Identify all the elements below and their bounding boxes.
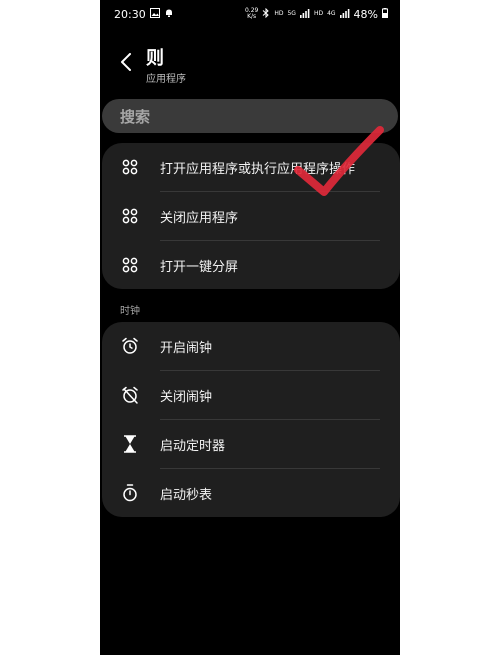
network-speed-unit: K/s [247, 13, 257, 20]
stopwatch-icon [120, 483, 140, 503]
page-subtitle: 应用程序 [146, 74, 186, 85]
list-item-label: 启动秒表 [160, 488, 213, 503]
list-item-label: 打开一键分屏 [160, 260, 239, 275]
apps-grid-icon [120, 255, 140, 275]
apps-card: 打开应用程序或执行应用程序操作 关闭应用程序 打开一键分屏 [102, 143, 400, 289]
apps-grid-icon [120, 157, 140, 177]
phone-screen: 20:30 0.29 K/s HD 5G HD 4G 48% 则 应用程序 搜索… [100, 0, 400, 655]
list-item-label: 打开应用程序或执行应用程序操作 [160, 162, 356, 177]
network-speed: 0.29 K/s [245, 8, 258, 20]
list-item-open-app[interactable]: 打开应用程序或执行应用程序操作 [102, 143, 400, 192]
list-item-label: 关闭应用程序 [160, 211, 239, 226]
list-item-label: 启动定时器 [160, 439, 226, 454]
chevron-left-icon [121, 53, 131, 71]
list-item-label: 关闭闹钟 [160, 390, 213, 405]
list-item-stopwatch[interactable]: 启动秒表 [102, 469, 400, 517]
status-bar-left: 20:30 [114, 7, 174, 21]
list-item-label: 开启闹钟 [160, 341, 213, 356]
clock-card: 开启闹钟 关闭闹钟 启动定时器 启动秒表 [102, 322, 400, 517]
signal-bars-2-icon [339, 8, 350, 21]
header: 则 应用程序 [100, 40, 400, 90]
list-item-close-app[interactable]: 关闭应用程序 [102, 192, 400, 241]
alarm-off-icon [120, 385, 140, 405]
search-placeholder: 搜索 [120, 107, 151, 126]
hd-indicator: HD [274, 10, 284, 17]
back-button[interactable] [114, 50, 138, 74]
hourglass-icon [120, 434, 140, 454]
list-item-alarm-off[interactable]: 关闭闹钟 [102, 371, 400, 420]
list-item-alarm-on[interactable]: 开启闹钟 [102, 322, 400, 371]
gallery-notification-icon [149, 7, 160, 21]
page-title: 则 [146, 48, 164, 69]
status-time: 20:30 [114, 7, 146, 21]
section-header-clock: 时钟 [120, 306, 140, 317]
apps-grid-icon [120, 206, 140, 226]
status-bar: 20:30 0.29 K/s HD 5G HD 4G 48% [100, 0, 400, 28]
notification-bell-icon [164, 8, 174, 21]
5g-indicator: 5G [287, 10, 296, 17]
4g-indicator: 4G [327, 10, 336, 17]
battery-percent: 48% [353, 7, 378, 21]
alarm-icon [120, 336, 140, 356]
list-item-split-screen[interactable]: 打开一键分屏 [102, 241, 400, 289]
search-bar[interactable]: 搜索 [102, 99, 398, 133]
list-item-timer[interactable]: 启动定时器 [102, 420, 400, 469]
status-bar-right: 0.29 K/s HD 5G HD 4G 48% [245, 7, 388, 21]
signal-bars-icon [299, 8, 310, 21]
hd2-indicator: HD [313, 10, 324, 17]
battery-icon [382, 7, 388, 21]
bluetooth-icon [262, 7, 270, 21]
